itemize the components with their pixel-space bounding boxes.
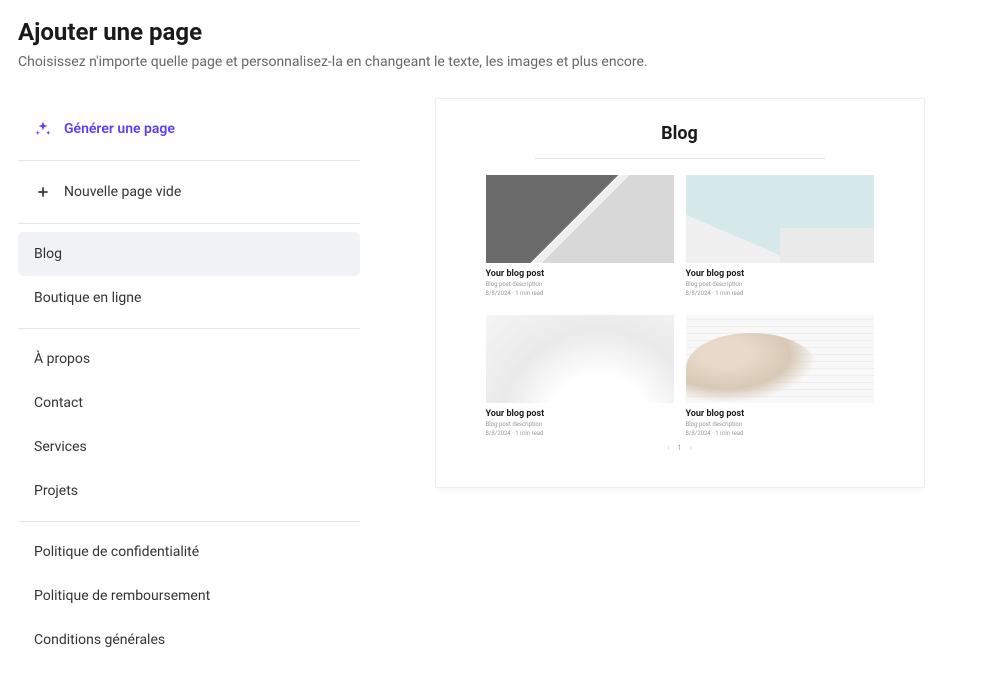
blog-post-meta: 8/8/2024 · 1 min read [686, 290, 874, 297]
plus-icon [34, 183, 52, 201]
blog-post-title: Your blog post [686, 409, 874, 419]
sidebar-item-services[interactable]: Services [18, 425, 360, 469]
sidebar-item-label: Contact [34, 395, 83, 411]
sidebar-item-confidentialite[interactable]: Politique de confidentialité [18, 530, 360, 574]
blog-thumbnail [486, 315, 674, 403]
blog-grid: Your blog post Blog post description 8/8… [486, 175, 874, 437]
blog-thumbnail [686, 175, 874, 263]
preview-title: Blog [661, 123, 698, 144]
blog-thumbnail [686, 315, 874, 403]
pagination-current: 1 [678, 444, 682, 452]
sidebar-item-label: Blog [34, 246, 62, 262]
sidebar-item-label: Conditions générales [34, 632, 165, 648]
sidebar-item-label: Projets [34, 483, 78, 499]
blog-post-desc: Blog post description [686, 281, 874, 288]
blog-post: Your blog post Blog post description 8/8… [486, 315, 674, 437]
sidebar-item-label: Services [34, 439, 87, 455]
pagination: ‹ 1 › [667, 443, 692, 452]
blog-post-desc: Blog post description [486, 281, 674, 288]
blog-post: Your blog post Blog post description 8/8… [686, 315, 874, 437]
sidebar: Générer une page Nouvelle page vide Blog… [18, 98, 360, 670]
new-blank-page-label: Nouvelle page vide [64, 184, 181, 200]
blog-post: Your blog post Blog post description 8/8… [486, 175, 674, 297]
sidebar-item-label: Boutique en ligne [34, 290, 141, 306]
generate-page-button[interactable]: Générer une page [18, 106, 360, 152]
generate-page-label: Générer une page [64, 121, 175, 137]
sidebar-item-projets[interactable]: Projets [18, 469, 360, 513]
sidebar-item-label: À propos [34, 351, 90, 367]
page-title: Ajouter une page [18, 18, 975, 46]
chevron-left-icon: ‹ [667, 443, 669, 452]
preview-area: Blog Your blog post Blog post descriptio… [384, 98, 975, 670]
blog-thumbnail [486, 175, 674, 263]
sidebar-item-label: Politique de remboursement [34, 588, 210, 604]
template-preview-card[interactable]: Blog Your blog post Blog post descriptio… [435, 98, 925, 488]
preview-divider [535, 158, 825, 159]
blog-post-desc: Blog post description [486, 421, 674, 428]
blog-post-meta: 8/8/2024 · 1 min read [486, 430, 674, 437]
blog-post-meta: 8/8/2024 · 1 min read [686, 430, 874, 437]
sidebar-item-apropos[interactable]: À propos [18, 337, 360, 381]
page-subtitle: Choisissez n'importe quelle page et pers… [18, 54, 975, 70]
chevron-right-icon: › [689, 443, 691, 452]
blog-post: Your blog post Blog post description 8/8… [686, 175, 874, 297]
sparkles-icon [34, 120, 52, 138]
sidebar-item-contact[interactable]: Contact [18, 381, 360, 425]
blog-post-meta: 8/8/2024 · 1 min read [486, 290, 674, 297]
blog-post-title: Your blog post [486, 269, 674, 279]
sidebar-item-label: Politique de confidentialité [34, 544, 199, 560]
sidebar-item-blog[interactable]: Blog [18, 232, 360, 276]
sidebar-item-boutique[interactable]: Boutique en ligne [18, 276, 360, 320]
new-blank-page-button[interactable]: Nouvelle page vide [18, 169, 360, 215]
blog-post-desc: Blog post description [686, 421, 874, 428]
sidebar-item-conditions[interactable]: Conditions générales [18, 618, 360, 662]
blog-post-title: Your blog post [686, 269, 874, 279]
blog-post-title: Your blog post [486, 409, 674, 419]
sidebar-item-remboursement[interactable]: Politique de remboursement [18, 574, 360, 618]
